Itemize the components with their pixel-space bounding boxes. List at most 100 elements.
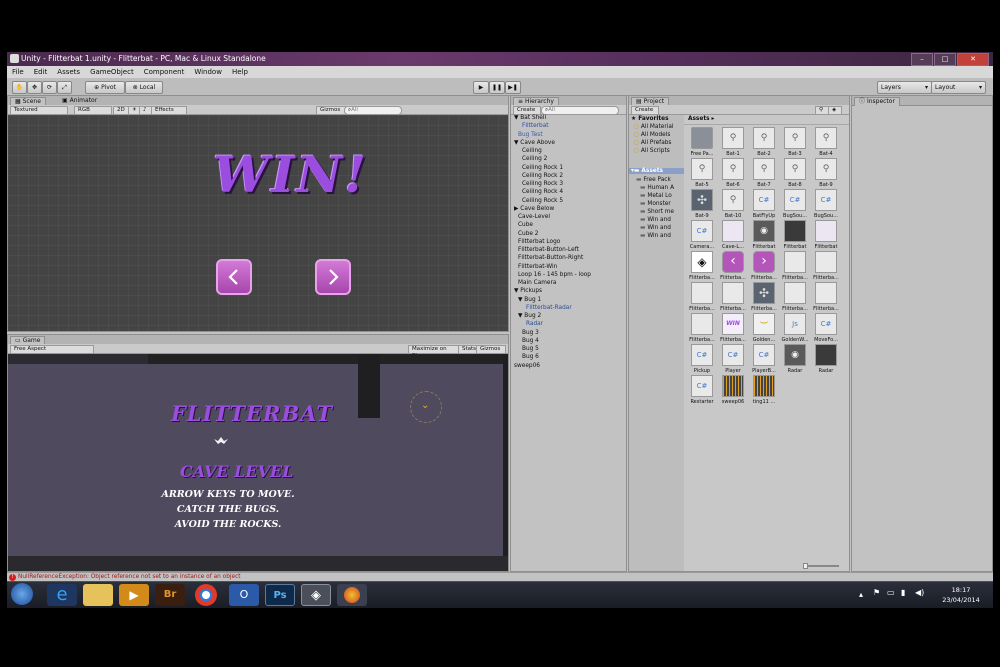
hierarchy-item[interactable]: Bug Test xyxy=(518,132,543,138)
hierarchy-item[interactable]: Ceiling Rock 1 xyxy=(522,165,563,171)
pause-button[interactable]: ❚❚ xyxy=(489,81,505,94)
action-center-icon[interactable]: ⚑ xyxy=(873,588,880,597)
asset-item[interactable]: Flitterba... xyxy=(812,282,840,312)
asset-item[interactable]: ting11 ... xyxy=(750,375,778,405)
asset-item[interactable]: ⚲ Bat-1 xyxy=(719,127,747,157)
folder-item[interactable]: ▬ Free Pack xyxy=(636,177,671,183)
asset-item[interactable]: Flitterba... xyxy=(688,282,716,312)
maximize-on-play-toggle[interactable]: Maximize on Play xyxy=(408,345,460,359)
folder-item[interactable]: ▬ Short me xyxy=(640,209,674,215)
asset-item[interactable]: C# MoveFo... xyxy=(812,313,840,343)
folder-item[interactable]: ▬ Win and xyxy=(640,233,671,239)
asset-item[interactable]: C# PlayerB... xyxy=(750,344,778,374)
hierarchy-create-button[interactable]: Create xyxy=(513,106,541,115)
step-button[interactable]: ▶❚ xyxy=(505,81,521,94)
asset-item[interactable]: Js GoldenW... xyxy=(781,313,809,343)
asset-item[interactable]: Cave-L... xyxy=(719,220,747,250)
asset-item[interactable]: ◈ Flitterba... xyxy=(688,251,716,281)
project-create-button[interactable]: Create xyxy=(631,106,659,115)
asset-item[interactable]: C# Restarter xyxy=(688,375,716,405)
hierarchy-item[interactable]: ▼ Bug 1 xyxy=(518,297,541,303)
hierarchy-item[interactable]: Flitterbat-Button-Left xyxy=(518,247,579,253)
effects-dropdown[interactable]: Effects xyxy=(151,106,187,115)
game-gizmos-dropdown[interactable]: Gizmos xyxy=(476,345,506,354)
hierarchy-item[interactable]: Flitterbat-Radar xyxy=(526,305,572,311)
asset-item[interactable]: ⚲ Bat-3 xyxy=(781,127,809,157)
bridge-icon[interactable]: Br xyxy=(155,584,185,606)
hierarchy-item[interactable]: Bug 6 xyxy=(522,354,539,360)
rotate-tool-button[interactable]: ⟳ xyxy=(42,81,57,94)
layout-dropdown[interactable]: Layout ▾ xyxy=(931,81,986,94)
scene-right-arrow-button[interactable] xyxy=(315,259,351,295)
hierarchy-item[interactable]: ▼ Bat Shell xyxy=(514,115,546,121)
assets-root-folder[interactable]: ▾▬ Assets xyxy=(629,168,684,174)
hierarchy-item[interactable]: Ceiling Rock 4 xyxy=(522,189,563,195)
hierarchy-item[interactable]: Main Camera xyxy=(518,280,556,286)
asset-item[interactable]: ⚲ Bat-2 xyxy=(750,127,778,157)
hierarchy-item[interactable]: Flitterbat Logo xyxy=(518,239,560,245)
asset-item[interactable]: Flitterba... xyxy=(781,282,809,312)
network-icon[interactable]: ▮ xyxy=(901,588,905,597)
asset-item[interactable]: ⚲ Bat-8 xyxy=(781,158,809,188)
asset-item[interactable]: C# BatFlyUp xyxy=(750,189,778,219)
folder-item[interactable]: ▬ Metal Lo xyxy=(640,193,672,199)
volume-icon[interactable]: ◀) xyxy=(915,588,924,597)
hierarchy-item[interactable]: Cube xyxy=(518,222,533,228)
scene-left-arrow-button[interactable] xyxy=(216,259,252,295)
minimize-button[interactable]: – xyxy=(911,53,933,66)
asset-item[interactable]: ✣ Bat-9 xyxy=(688,189,716,219)
asset-breadcrumb[interactable]: Assets ▸ xyxy=(688,116,714,122)
layers-dropdown[interactable]: Layers ▾ xyxy=(877,81,932,94)
menu-window[interactable]: Window xyxy=(189,66,227,78)
hierarchy-item[interactable]: Ceiling Rock 5 xyxy=(522,198,563,204)
asset-item[interactable]: ⚲ Bat-9 xyxy=(812,158,840,188)
menu-edit[interactable]: Edit xyxy=(29,66,53,78)
hierarchy-item[interactable]: ▼ Pickups xyxy=(514,288,542,294)
icon-size-slider[interactable] xyxy=(803,563,839,569)
asset-item[interactable]: ⚲ Bat-4 xyxy=(812,127,840,157)
aspect-dropdown[interactable]: Free Aspect xyxy=(10,345,94,354)
folder-item[interactable]: ▬ Win and xyxy=(640,225,671,231)
tab-inspector[interactable]: ⓘ Inspector xyxy=(854,97,900,106)
local-toggle[interactable]: ⊗ Local xyxy=(125,81,163,94)
favorite-item[interactable]: ○ All Material xyxy=(634,124,674,130)
menu-gameobject[interactable]: GameObject xyxy=(85,66,139,78)
hierarchy-item[interactable]: Ceiling Rock 3 xyxy=(522,181,563,187)
folder-item[interactable]: ▬ Human A xyxy=(640,185,674,191)
hierarchy-item[interactable]: Loop 16 - 145 bpm - loop xyxy=(518,272,591,278)
asset-item[interactable]: Flitterba... xyxy=(781,251,809,281)
asset-item[interactable]: Flitterba... xyxy=(719,282,747,312)
play-button[interactable]: ▶ xyxy=(473,81,489,94)
asset-item[interactable]: ⌣ Golden... xyxy=(750,313,778,343)
app-taskbar-icon[interactable] xyxy=(337,584,367,606)
display-icon[interactable]: ▭ xyxy=(887,588,895,597)
asset-item[interactable]: ✣ Flitterba... xyxy=(750,282,778,312)
favorite-item[interactable]: ○ All Scripts xyxy=(634,148,670,154)
game-viewport[interactable]: ⌄ FLITTERBAT CAVE LEVEL ARROW KEYS TO MO… xyxy=(8,354,508,571)
folder-item[interactable]: ▬ Monster xyxy=(640,201,671,207)
asset-item[interactable]: Flitterba... xyxy=(688,313,716,343)
hierarchy-item[interactable]: ▶ Cave Below xyxy=(514,206,554,212)
tray-show-hidden-icon[interactable]: ▴ xyxy=(859,590,863,599)
asset-item[interactable]: C# Pickup xyxy=(688,344,716,374)
scene-search-input[interactable]: ⌕All xyxy=(344,106,402,115)
asset-item[interactable]: › Flitterba... xyxy=(750,251,778,281)
maximize-button[interactable]: □ xyxy=(934,53,956,66)
hierarchy-item[interactable]: Cave-Level xyxy=(518,214,550,220)
favorites-header[interactable]: ★ Favorites xyxy=(631,116,669,122)
asset-item[interactable]: C# BugSou... xyxy=(781,189,809,219)
close-button[interactable]: ✕ xyxy=(957,53,989,66)
asset-item[interactable]: ⚲ Bat-5 xyxy=(688,158,716,188)
clock[interactable]: 18:17 23/04/2014 xyxy=(937,585,985,605)
hierarchy-item[interactable]: ▼ Cave Above xyxy=(514,140,555,146)
asset-item[interactable]: Flitterbat xyxy=(781,220,809,250)
folder-item[interactable]: ▬ Win and xyxy=(640,217,671,223)
photoshop-icon[interactable]: Ps xyxy=(265,584,295,606)
filter-label-icon[interactable]: ◈ xyxy=(828,106,842,115)
menu-component[interactable]: Component xyxy=(139,66,190,78)
hierarchy-item[interactable]: Flitterbat-Win xyxy=(518,264,557,270)
slider-handle[interactable] xyxy=(803,563,808,569)
asset-item[interactable]: Free Pa... xyxy=(688,127,716,157)
internet-explorer-icon[interactable]: e xyxy=(47,584,77,606)
hierarchy-item[interactable]: ▼ Bug 2 xyxy=(518,313,541,319)
